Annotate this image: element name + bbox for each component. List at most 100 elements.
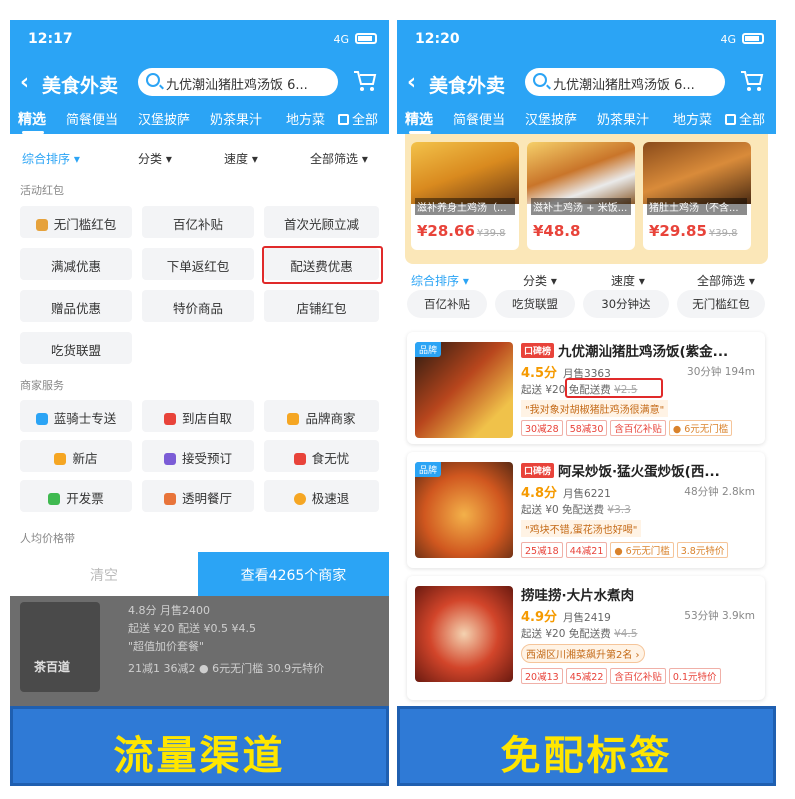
store-icon [287,413,300,425]
search-icon [146,73,160,87]
dimmed-shop-preview: 茶百道 4.8分 月售2400 起送 ¥20 配送 ¥0.5 ¥4.5 "超值加… [10,596,389,706]
dish-image [527,142,635,204]
chip-no-threshold[interactable]: 无门槛红包 [20,206,132,238]
shop-delivery: 起送 ¥20 免配送费 ¥4.5 [521,628,638,640]
sort-speed[interactable]: 速度 ▾ [611,272,645,289]
shop-card[interactable]: 品牌 口碑榜 阿呆炒饭·猛火蛋炒饭(西... 4.8分 月售6221 48分钟 2.… [407,452,765,568]
status-bar: 12:20 4G [397,20,776,60]
sort-composite[interactable]: 综合排序 ▾ [22,150,80,167]
right-screenshot: 12:20 4G ‹ 美食外卖 九优潮汕猪肚鸡汤饭 6... 精选 简餐便当 汉… [397,20,776,786]
chip-fast-refund[interactable]: 极速退 [264,480,379,512]
category-tabs: 精选 简餐便当 汉堡披萨 奶茶果汁 地方菜 全部 [397,104,776,134]
grid-icon [338,114,349,125]
dish-image [411,142,519,204]
dish-card[interactable]: 猪肚土鸡汤（不含... ¥29.85 ¥39.8 [643,142,751,250]
back-icon[interactable]: ‹ [407,70,416,95]
tab-selected[interactable]: 精选 [405,109,433,134]
caption-banner: 流量渠道 [10,706,389,786]
shop-rating: 4.9分 月售2419 [521,610,611,625]
shop-tags: 30减28 58减30 含百亿补贴 ● 6元无门槛 [521,420,735,436]
chip-subsidy[interactable]: 百亿补贴 [142,206,254,238]
shop-name: 口碑榜 阿呆炒饭·猛火蛋炒饭(西... [521,460,720,480]
brand-badge: 品牌 [415,342,442,357]
chip-rider-delivery[interactable]: 蓝骑士专送 [20,400,132,432]
chip-brand-shop[interactable]: 品牌商家 [264,400,379,432]
tab-local-food[interactable]: 地方菜 [286,109,325,128]
shop-delivery: 起送 ¥0 免配送费 ¥3.3 [521,504,631,516]
section-title-price: 人均价格带 [20,532,75,545]
category-tabs: 精选 简餐便当 汉堡披萨 奶茶果汁 地方菜 全部 [10,104,389,134]
tab-milk-tea[interactable]: 奶茶果汁 [597,109,649,128]
chip-order-cashback[interactable]: 下单返红包 [142,248,254,280]
chip-foodie-alliance[interactable]: 吃货联盟 [20,332,132,364]
caption-banner: 免配标签 [397,706,776,786]
cart-icon[interactable] [353,70,377,92]
view-shops-button[interactable]: 查看4265个商家 [198,552,389,596]
dimmed-line: 4.8分 月售2400 [128,604,210,617]
phone-icon [163,453,176,465]
tab-milk-tea[interactable]: 奶茶果汁 [210,109,262,128]
sort-filter[interactable]: 全部筛选 ▾ [310,150,368,167]
chip-30min[interactable]: 30分钟达 [583,290,669,318]
tab-burger-pizza[interactable]: 汉堡披萨 [525,109,577,128]
search-input[interactable]: 九优潮汕猪肚鸡汤饭 6... [138,68,338,96]
dish-image [643,142,751,204]
page-title: 美食外卖 [429,75,506,97]
chip-new-shop[interactable]: 新店 [20,440,132,472]
highlight-box [262,246,383,284]
shop-logo: 茶百道 [20,602,100,692]
chip-special-price[interactable]: 特价商品 [142,290,254,322]
tab-simple-meal[interactable]: 简餐便当 [453,109,505,128]
section-title-promo: 活动红包 [20,184,64,197]
chip-gift[interactable]: 赠品优惠 [20,290,132,322]
chip-full-reduction[interactable]: 满减优惠 [20,248,132,280]
tab-selected[interactable]: 精选 [18,109,46,134]
chip-invoice[interactable]: 开发票 [20,480,132,512]
tab-simple-meal[interactable]: 简餐便当 [66,109,118,128]
grid-icon [725,114,736,125]
chip-open-kitchen[interactable]: 透明餐厅 [142,480,254,512]
shop-thumbnail [415,586,513,682]
chip-shop-redpacket[interactable]: 店铺红包 [264,290,379,322]
rank-badge: 口碑榜 [521,343,555,358]
sort-bar: 综合排序 ▾ 分类 ▾ 速度 ▾ 全部筛选 ▾ [10,144,389,172]
shield-icon [293,453,306,465]
rank-chip[interactable]: 西湖区川湘菜飙升第2名 › [521,644,645,663]
shop-tags: 20减13 45减22 含百亿补贴 0.1元特价 [521,668,724,684]
sort-category[interactable]: 分类 ▾ [138,150,172,167]
chip-self-pickup[interactable]: 到店自取 [142,400,254,432]
dish-card[interactable]: 滋补土鸡汤 + 米饭... ¥48.8 [527,142,635,250]
tab-all[interactable]: 全部 [721,109,766,128]
tab-burger-pizza[interactable]: 汉堡披萨 [138,109,190,128]
shop-quote: "我对象对胡椒猪肚鸡汤很满意" [521,400,669,417]
chip-reservation[interactable]: 接受预订 [142,440,254,472]
dish-card[interactable]: 滋补养身土鸡汤（... ¥28.66 ¥39.8 [411,142,519,250]
shop-name: 捞哇捞·大片水煮肉 [521,588,635,604]
cart-icon[interactable] [740,70,764,92]
chip-foodie-alliance[interactable]: 吃货联盟 [495,290,575,318]
shop-card[interactable]: 品牌 口碑榜 九优潮汕猪肚鸡汤饭(紫金... 4.5分 月售3363 30分钟 19… [407,332,765,444]
sort-category[interactable]: 分类 ▾ [523,272,557,289]
signal-indicator: 4G [333,33,349,46]
clear-button[interactable]: 清空 [10,552,198,596]
brand-badge: 品牌 [415,462,442,477]
chip-food-safe[interactable]: 食无忧 [264,440,379,472]
sort-composite[interactable]: 综合排序 ▾ [411,272,469,289]
search-input[interactable]: 九优潮汕猪肚鸡汤饭 6... [525,68,725,96]
tab-local-food[interactable]: 地方菜 [673,109,712,128]
chip-no-threshold[interactable]: 无门槛红包 [677,290,765,318]
sort-speed[interactable]: 速度 ▾ [224,150,258,167]
status-bar: 12:17 4G [10,20,389,60]
shop-card[interactable]: 捞哇捞·大片水煮肉 4.9分 月售2419 53分钟 3.9km 起送 ¥20 免… [407,576,765,700]
invoice-icon [48,493,61,505]
dish-price: ¥29.85 ¥39.8 [649,222,738,240]
refund-icon [293,493,306,505]
chip-subsidy[interactable]: 百亿补贴 [407,290,487,318]
tab-all[interactable]: 全部 [334,109,379,128]
chip-first-visit[interactable]: 首次光顾立减 [264,206,379,238]
status-time: 12:17 [28,31,73,47]
rider-icon [35,413,48,425]
back-icon[interactable]: ‹ [20,70,29,95]
left-screenshot: 12:17 4G ‹ 美食外卖 九优潮汕猪肚鸡汤饭 6... 精选 简餐便当 汉… [10,20,389,786]
sort-filter[interactable]: 全部筛选 ▾ [697,272,755,289]
